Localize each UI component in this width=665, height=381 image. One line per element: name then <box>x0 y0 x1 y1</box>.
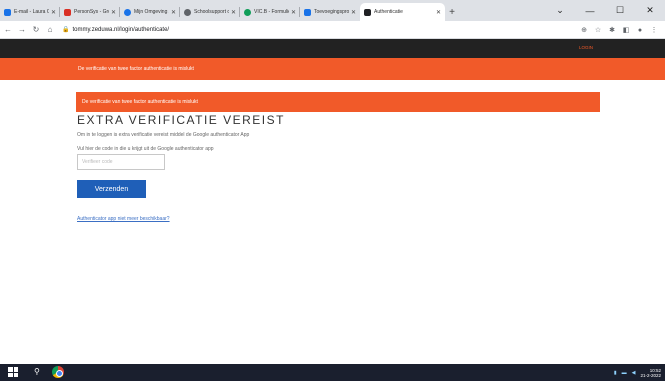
battery-icon[interactable]: ▬ <box>622 370 627 376</box>
chrome-icon[interactable] <box>52 366 64 378</box>
minimize-icon[interactable]: — <box>575 0 605 21</box>
page-title: EXTRA VERIFICATIE VEREIST <box>77 113 285 127</box>
close-icon[interactable]: ✕ <box>351 9 356 16</box>
menu-icon[interactable]: ⋮ <box>647 26 661 34</box>
authenticator-unavailable-link[interactable]: Authenticator app niet meer beschikbaar? <box>77 216 170 222</box>
tab-title: PersonSys - Groep <box>74 9 109 15</box>
close-icon[interactable]: ✕ <box>291 9 296 16</box>
intro-text: Om in te loggen is extra verificatie ver… <box>77 132 250 138</box>
tab-title: Authenticatie <box>374 9 403 15</box>
bookmark-star-icon[interactable]: ☆ <box>591 26 605 34</box>
site-icon <box>304 8 311 16</box>
home-icon[interactable]: ⌂ <box>44 22 56 38</box>
close-window-icon[interactable]: ✕ <box>635 0 665 21</box>
volume-icon[interactable]: ◀ <box>632 370 636 376</box>
browser-tab-active[interactable]: Authenticatie ✕ <box>360 3 445 21</box>
browser-tab[interactable]: PersonSys - Groep ✕ <box>60 3 120 21</box>
tab-title: E-mail - Laura Calleri <box>14 9 49 15</box>
site-header: LOGIN <box>0 39 665 58</box>
error-alert: De verificatie van twee factor authentic… <box>76 92 600 112</box>
close-icon[interactable]: ✕ <box>51 9 56 16</box>
browser-tab[interactable]: Toevoegingsprogramm ✕ <box>300 3 360 21</box>
reload-icon[interactable]: ↻ <box>30 22 42 38</box>
system-tray: ▮ ▬ ◀ 10:52 21-2-2022 <box>614 364 661 381</box>
new-tab-button[interactable]: + <box>445 3 459 21</box>
browser-tab[interactable]: VIC.B - Formulieren T ✕ <box>240 3 300 21</box>
browser-toolbar: ← → ↻ ⌂ 🔒 tommy.zeduwa.nl/login/authenti… <box>0 21 665 39</box>
tab-title: Mijn Omgeving Zedu <box>134 9 169 15</box>
forward-icon[interactable]: → <box>16 22 28 38</box>
window-controls: ⌄ — ☐ ✕ <box>545 0 665 21</box>
logout-link[interactable]: LOGIN <box>579 45 593 50</box>
site-icon <box>244 8 251 16</box>
taskbar: ⚲ ▮ ▬ ◀ 10:52 21-2-2022 <box>0 364 665 381</box>
clock-date: 21-2-2022 <box>640 372 661 378</box>
browser-tab-strip: E-mail - Laura Calleri ✕ PersonSys - Gro… <box>0 0 665 21</box>
tab-search-icon[interactable]: ⌄ <box>545 0 575 21</box>
tab-title: VIC.B - Formulieren T <box>254 9 289 15</box>
site-icon <box>364 8 371 16</box>
clock[interactable]: 10:52 21-2-2022 <box>640 368 661 378</box>
toolbar-actions: ⊕ ☆ ✱ ◧ ● ⋮ <box>577 21 661 39</box>
mail-icon <box>4 8 11 16</box>
tab-title: Schoolsupport dashb <box>194 9 229 15</box>
alert-message: De verificatie van twee factor authentic… <box>82 99 198 105</box>
network-icon[interactable]: ▮ <box>614 370 617 376</box>
extensions-icon[interactable]: ✱ <box>605 26 619 34</box>
personsys-icon <box>64 8 71 16</box>
verification-code-input[interactable] <box>77 154 165 170</box>
browser-tab[interactable]: Mijn Omgeving Zedu ✕ <box>120 3 180 21</box>
lock-icon[interactable]: 🔒 <box>62 26 69 33</box>
site-icon <box>184 8 191 16</box>
site-icon <box>124 8 131 16</box>
tab-title: Toevoegingsprogramm <box>314 9 349 15</box>
close-icon[interactable]: ✕ <box>171 9 176 16</box>
search-icon[interactable]: ⚲ <box>34 367 40 376</box>
maximize-icon[interactable]: ☐ <box>605 0 635 21</box>
sidebar-icon[interactable]: ◧ <box>619 26 633 34</box>
banner-message: De verificatie van twee factor authentic… <box>78 66 194 72</box>
browser-tab[interactable]: Schoolsupport dashb ✕ <box>180 3 240 21</box>
close-icon[interactable]: ✕ <box>111 9 116 16</box>
share-icon[interactable]: ⊕ <box>577 26 591 34</box>
close-icon[interactable]: ✕ <box>436 9 441 16</box>
address-bar[interactable]: tommy.zeduwa.nl/login/authenticate/ <box>72 27 169 33</box>
back-icon[interactable]: ← <box>2 22 14 38</box>
submit-button[interactable]: Verzenden <box>77 180 146 198</box>
profile-icon[interactable]: ● <box>633 27 647 34</box>
close-icon[interactable]: ✕ <box>231 9 236 16</box>
code-label: Vul hier de code in die u krijgt uit de … <box>77 146 214 152</box>
browser-tab[interactable]: E-mail - Laura Calleri ✕ <box>0 3 60 21</box>
windows-start-icon[interactable] <box>8 367 18 377</box>
error-banner: De verificatie van twee factor authentic… <box>0 58 665 80</box>
